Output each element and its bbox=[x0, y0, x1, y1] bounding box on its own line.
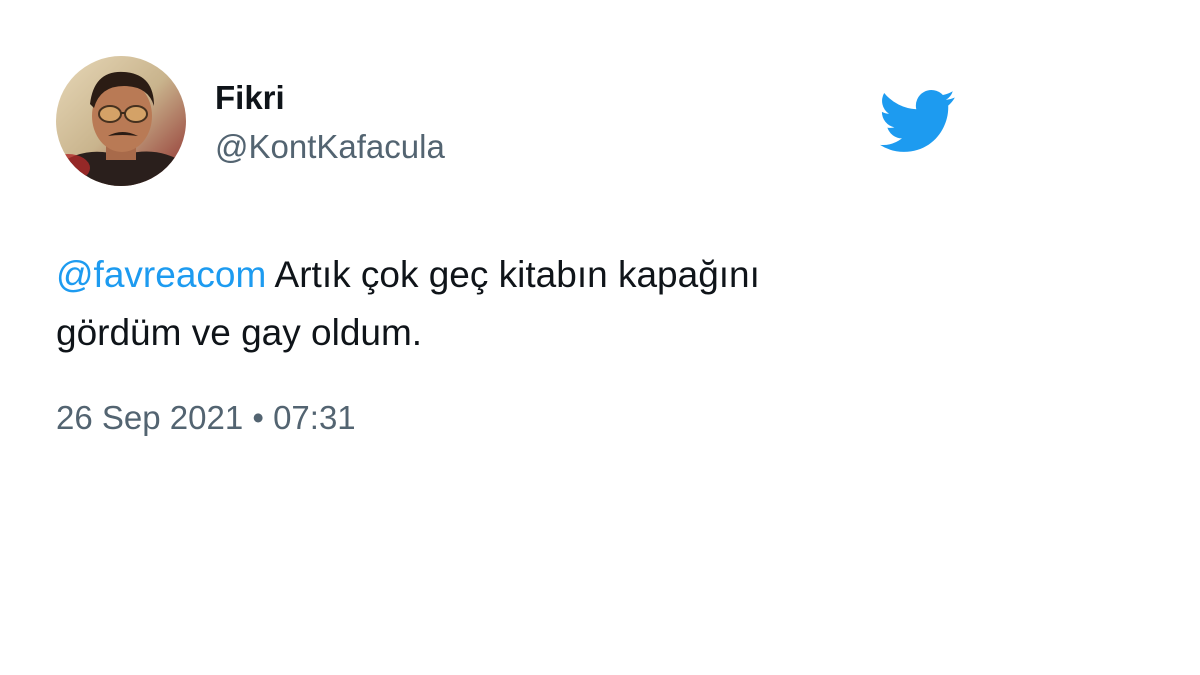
avatar[interactable] bbox=[56, 56, 186, 186]
tweet-text-line1: Artık çok geç kitabın kapağını bbox=[266, 254, 760, 295]
tweet-date: 26 Sep 2021 bbox=[56, 399, 244, 436]
tweet-time: 07:31 bbox=[273, 399, 356, 436]
timestamp-separator: • bbox=[252, 399, 264, 436]
mention-link[interactable]: @favreacom bbox=[56, 254, 266, 295]
author-handle[interactable]: @KontKafacula bbox=[215, 127, 445, 167]
twitter-bird-icon[interactable] bbox=[880, 90, 956, 152]
avatar-image bbox=[56, 56, 186, 186]
tweet-text: @favreacom Artık çok geç kitabın kapağın… bbox=[56, 246, 956, 362]
tweet-text-line2: gördüm ve gay oldum. bbox=[56, 312, 423, 353]
author-display-name[interactable]: Fikri bbox=[215, 78, 285, 118]
timestamp[interactable]: 26 Sep 2021 • 07:31 bbox=[56, 396, 356, 440]
tweet-card: Fikri @KontKafacula @favreacom Artık çok… bbox=[0, 0, 1200, 675]
